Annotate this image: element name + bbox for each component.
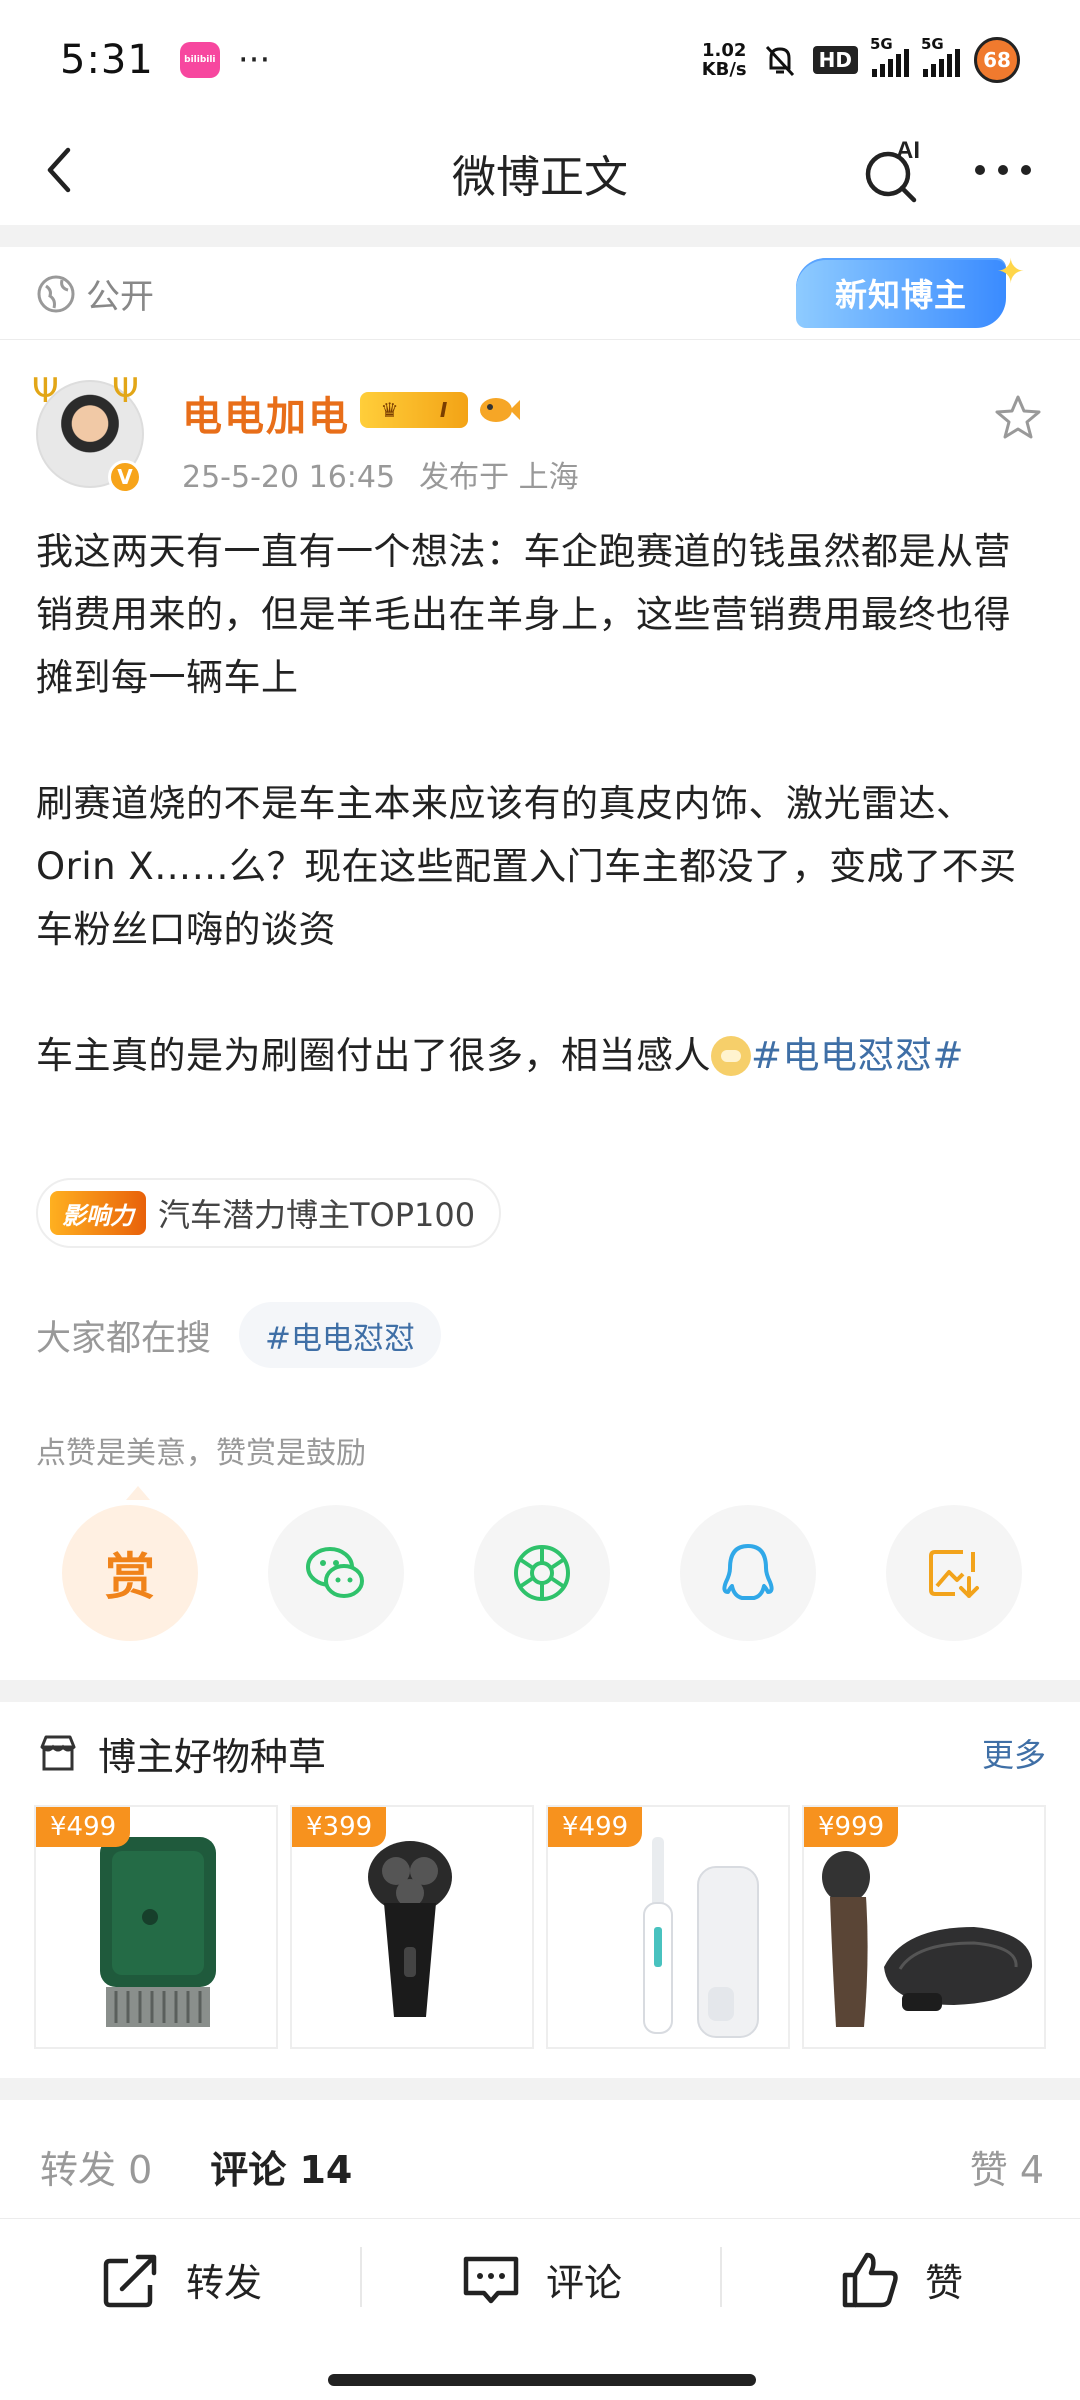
moments-icon bbox=[514, 1545, 570, 1601]
mute-bell-icon bbox=[765, 45, 794, 77]
vip-level: I bbox=[439, 398, 448, 422]
goods-more-link[interactable]: 更多 bbox=[982, 1730, 1046, 1776]
price-tag: ¥399 bbox=[292, 1807, 387, 1847]
post-paragraph-text: 车主真的是为刷圈付出了很多，相当感人 bbox=[36, 1034, 711, 1077]
crown-icon: ♛ bbox=[380, 398, 399, 422]
price-tag: ¥499 bbox=[548, 1807, 643, 1847]
moments-share-button[interactable] bbox=[474, 1505, 610, 1641]
nav-bar: 微博正文 AI bbox=[0, 120, 1080, 225]
wechat-icon bbox=[306, 1547, 364, 1598]
post-meta: 25-5-20 16:45 发布于 上海 bbox=[182, 452, 579, 496]
post-location: 发布于 上海 bbox=[419, 460, 579, 495]
globe-icon bbox=[37, 275, 75, 312]
network-speed-unit: KB/s bbox=[701, 59, 747, 80]
sparkle-icon: ✦ bbox=[996, 252, 1026, 292]
visibility-row: 公开 新知博主 ✦ bbox=[0, 248, 1080, 340]
comment-icon bbox=[463, 2256, 519, 2303]
tab-repost[interactable]: 转发 0 bbox=[40, 2139, 152, 2194]
ai-label: AI bbox=[896, 137, 920, 164]
save-image-button[interactable] bbox=[886, 1505, 1022, 1641]
antler-decoration-icon: Ψ bbox=[112, 371, 139, 411]
wechat-share-button[interactable] bbox=[268, 1505, 404, 1641]
share-row: 赏 bbox=[62, 1505, 1022, 1641]
save-image-icon bbox=[929, 1550, 979, 1598]
qq-share-button[interactable] bbox=[680, 1505, 816, 1641]
more-options-icon[interactable] bbox=[968, 150, 1038, 190]
section-divider bbox=[0, 225, 1080, 247]
visibility-label: 公开 bbox=[86, 277, 154, 317]
signal-label-1: 5G bbox=[870, 35, 893, 53]
back-arrow-icon[interactable] bbox=[32, 140, 92, 200]
notification-more-icon: ··· bbox=[237, 40, 271, 80]
author-header: Ψ Ψ V 电电加电 ♛ I 25-5-20 16:45 发布于 上海 bbox=[0, 360, 1080, 500]
price-tag: ¥999 bbox=[804, 1807, 899, 1847]
doge-emoji-icon bbox=[711, 1036, 751, 1076]
like-button[interactable]: 赞 bbox=[720, 2246, 1080, 2313]
bottom-action-bar: 转发 评论 赞 bbox=[0, 2218, 1080, 2340]
price-tag: ¥499 bbox=[36, 1807, 131, 1847]
comment-label: 评论 bbox=[545, 2261, 622, 2305]
tab-comments[interactable]: 评论 14 bbox=[210, 2139, 352, 2194]
shop-icon bbox=[40, 1735, 76, 1771]
post-body: 我这两天有一直有一个想法：车企跑赛道的钱虽然都是从营销费用来的，但是羊毛出在羊身… bbox=[36, 520, 1046, 1087]
status-time: 5:31 bbox=[60, 37, 154, 83]
appreciation-text: 点赞是美意，赞赏是鼓励 bbox=[36, 1436, 366, 1471]
signal-icon-2: 5G bbox=[921, 35, 960, 77]
repost-button[interactable]: 转发 bbox=[0, 2247, 360, 2313]
network-speed-value: 1.02 bbox=[701, 40, 747, 61]
battery-indicator: 68 bbox=[974, 37, 1020, 83]
network-speed: 1.02 KB/s bbox=[702, 41, 747, 79]
goods-header: 博主好物种草 更多 bbox=[36, 1723, 1046, 1783]
post-paragraph: 车主真的是为刷圈付出了很多，相当感人 #电电怼怼# bbox=[36, 1024, 1046, 1087]
repost-label: 转发 bbox=[185, 2261, 262, 2305]
bilibili-app-icon: bilibili bbox=[179, 42, 220, 78]
trending-search-tag[interactable]: #电电怼怼 bbox=[239, 1302, 441, 1368]
post-paragraph: 刷赛道烧的不是车主本来应该有的真皮内饰、激光雷达、Orin X……么？现在这些配… bbox=[36, 782, 1017, 951]
reward-button[interactable]: 赏 bbox=[62, 1505, 198, 1641]
reward-pointer bbox=[126, 1486, 150, 1500]
author-name[interactable]: 电电加电 bbox=[182, 384, 350, 442]
section-divider bbox=[0, 1680, 1080, 1702]
qq-icon bbox=[722, 1544, 774, 1600]
comment-button[interactable]: 评论 bbox=[360, 2246, 720, 2313]
goods-card[interactable]: ¥399 bbox=[290, 1805, 534, 2049]
home-indicator[interactable] bbox=[328, 2374, 756, 2386]
signal-label-2: 5G bbox=[921, 35, 944, 53]
share-icon bbox=[103, 2254, 157, 2307]
goods-list: ¥499 ¥399 ¥499 ¥999 bbox=[34, 1805, 1046, 2049]
signal-icon-1: 5G bbox=[870, 35, 909, 77]
influence-label: 影响力 bbox=[50, 1191, 146, 1235]
post-paragraph: 我这两天有一直有一个想法：车企跑赛道的钱虽然都是从营销费用来的，但是羊毛出在羊身… bbox=[36, 530, 1011, 699]
fish-emblem-icon bbox=[480, 398, 520, 422]
ai-search-icon[interactable]: AI bbox=[858, 134, 930, 206]
reward-label: 赏 bbox=[105, 1548, 155, 1606]
influence-rank-text: 汽车潜力博主TOP100 bbox=[158, 1196, 476, 1234]
hashtag-link[interactable]: #电电怼怼# bbox=[751, 1034, 964, 1077]
stats-tabs: 转发 0 评论 14 赞 4 bbox=[40, 2128, 1044, 2204]
influence-badge[interactable]: 影响力 汽车潜力博主TOP100 bbox=[36, 1178, 502, 1248]
thumbs-up-icon bbox=[842, 2252, 898, 2307]
goods-card[interactable]: ¥499 bbox=[34, 1805, 278, 2049]
tab-likes[interactable]: 赞 4 bbox=[970, 2139, 1044, 2194]
trending-search-label: 大家都在搜 bbox=[36, 1318, 212, 1359]
goods-section-title: 博主好物种草 bbox=[98, 1734, 327, 1779]
verified-badge-icon: V bbox=[108, 460, 142, 494]
like-label: 赞 bbox=[924, 2261, 963, 2305]
section-divider bbox=[0, 2078, 1080, 2100]
favorite-star-icon[interactable] bbox=[992, 392, 1044, 444]
new-blogger-label: 新知博主 bbox=[834, 276, 967, 314]
antler-decoration-icon: Ψ bbox=[32, 371, 59, 411]
trending-search-row: 大家都在搜 #电电怼怼 bbox=[36, 1300, 441, 1370]
status-bar: 5:31 bilibili ··· 1.02 KB/s HD 5G 5G 68 bbox=[0, 0, 1080, 120]
vip-level-badge[interactable]: ♛ I bbox=[360, 392, 468, 428]
new-knowledge-blogger-badge[interactable]: 新知博主 ✦ bbox=[796, 252, 1025, 328]
goods-card[interactable]: ¥999 bbox=[802, 1805, 1046, 2049]
goods-card[interactable]: ¥499 bbox=[546, 1805, 790, 2049]
post-timestamp: 25-5-20 16:45 bbox=[182, 460, 396, 495]
hd-voice-badge: HD bbox=[812, 46, 858, 74]
